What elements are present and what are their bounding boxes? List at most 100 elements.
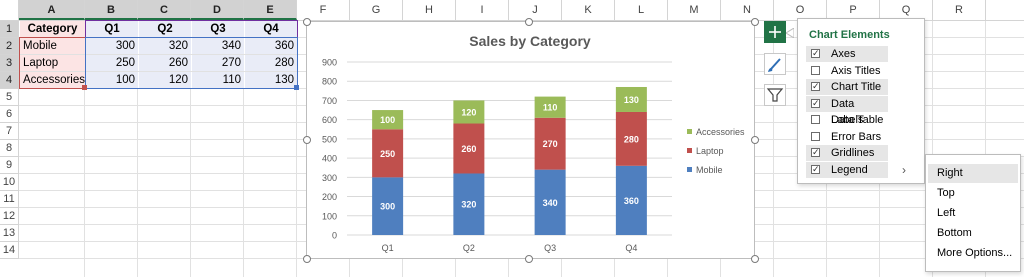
chart-resize-handle[interactable]	[525, 255, 533, 263]
checkbox[interactable]: ✓	[811, 81, 820, 91]
chart-styles-button[interactable]	[764, 53, 786, 75]
row-header-14[interactable]: 14	[0, 242, 19, 259]
row-header-11[interactable]: 11	[0, 191, 19, 208]
y-tick-label: 400	[322, 154, 337, 164]
chart-resize-handle[interactable]	[303, 18, 311, 26]
checkbox[interactable]	[811, 115, 820, 124]
chart-filters-button[interactable]	[764, 84, 786, 106]
checkbox[interactable]: ✓	[811, 164, 820, 174]
chart-element-legend[interactable]: ✓ Legend	[806, 161, 888, 178]
column-header-b[interactable]: B	[85, 0, 138, 20]
column-header-j[interactable]: J	[509, 0, 562, 20]
range-resize-handle[interactable]	[294, 85, 299, 90]
chart-resize-handle[interactable]	[525, 18, 533, 26]
x-axis[interactable]: Q1 Q2 Q3 Q4	[382, 243, 638, 253]
select-all-corner[interactable]	[0, 0, 19, 20]
chart-element-gridlines[interactable]: ✓ Gridlines	[806, 145, 888, 161]
column-header-l[interactable]: L	[615, 0, 668, 20]
chart-resize-handle[interactable]	[751, 255, 759, 263]
legend-entry[interactable]: Accessories	[696, 127, 745, 137]
table-header-cell[interactable]: Category	[20, 21, 85, 37]
checkbox[interactable]: ✓	[811, 48, 820, 58]
chart-element-label: Gridlines	[831, 147, 875, 159]
data-label[interactable]: 260	[461, 144, 476, 154]
data-label[interactable]: 270	[543, 139, 558, 149]
chart-svg: Sales by Category 0 100 200 300 400 500 600 700…	[322, 33, 745, 253]
legend-option-top[interactable]: Top	[928, 184, 1018, 203]
y-tick-label: 800	[322, 77, 337, 87]
row-header-2[interactable]: 2	[0, 38, 19, 55]
column-header-g[interactable]: G	[350, 0, 403, 20]
data-label[interactable]: 110	[543, 103, 558, 113]
row-header-9[interactable]: 9	[0, 157, 19, 174]
checkbox[interactable]	[811, 131, 820, 141]
data-label[interactable]: 340	[543, 198, 558, 208]
chart-legend[interactable]: Accessories Laptop Mobile	[687, 127, 745, 175]
chart-area[interactable]: Sales by Category 0 100 200 300 400 500 600 700…	[306, 21, 755, 259]
checkbox[interactable]: ✓	[811, 147, 820, 157]
pointer-triangle	[786, 28, 794, 38]
row-header-10[interactable]: 10	[0, 174, 19, 191]
chart-title[interactable]: Sales by Category	[469, 33, 591, 49]
chart-element-error-bars[interactable]: Error Bars	[806, 129, 888, 145]
y-axis[interactable]: 0 100 200 300 400 500 600 700 800 900	[322, 58, 337, 241]
column-header-n[interactable]: N	[721, 0, 774, 20]
column-header-f[interactable]: F	[297, 0, 350, 20]
chart-element-chart-title[interactable]: ✓ Chart Title	[806, 79, 888, 95]
chart-resize-handle[interactable]	[751, 136, 759, 144]
legend-option-right[interactable]: Right	[928, 164, 1018, 183]
legend-submenu-arrow-icon[interactable]: ›	[902, 163, 906, 177]
data-label[interactable]: 360	[624, 196, 639, 206]
chart-resize-handle[interactable]	[303, 136, 311, 144]
range-resize-handle[interactable]	[82, 85, 87, 90]
column-header-q[interactable]: Q	[880, 0, 933, 20]
row-header-7[interactable]: 7	[0, 123, 19, 140]
legend-entry[interactable]: Laptop	[696, 146, 724, 156]
row-header-3[interactable]: 3	[0, 55, 19, 72]
column-header-h[interactable]: H	[403, 0, 456, 20]
row-header-8[interactable]: 8	[0, 140, 19, 157]
column-header-p[interactable]: P	[827, 0, 880, 20]
chart-element-data-table[interactable]: Data Table	[806, 112, 888, 128]
data-label[interactable]: 300	[380, 202, 395, 212]
row-header-12[interactable]: 12	[0, 208, 19, 225]
chart-resize-handle[interactable]	[303, 255, 311, 263]
data-label[interactable]: 100	[380, 115, 395, 125]
chart-elements-button[interactable]	[764, 21, 786, 43]
legend-option-more-options[interactable]: More Options...	[928, 244, 1018, 263]
y-tick-label: 900	[322, 58, 337, 68]
chart-elements-panel: Chart Elements ✓ Axes Axis Titles ✓ Chart Ti…	[797, 18, 925, 184]
chart-resize-handle[interactable]	[751, 18, 759, 26]
column-header-d[interactable]: D	[191, 0, 244, 20]
data-label[interactable]: 250	[380, 149, 395, 159]
chart-element-axes[interactable]: ✓ Axes	[806, 46, 888, 62]
chart-element-axis-titles[interactable]: Axis Titles	[806, 63, 888, 79]
column-header-k[interactable]: K	[562, 0, 615, 20]
column-header-o[interactable]: O	[774, 0, 827, 20]
column-header-a[interactable]: A	[19, 0, 85, 20]
legend-entry[interactable]: Mobile	[696, 165, 723, 175]
chart-element-data-labels[interactable]: ✓ Data Labels	[806, 95, 888, 126]
checkbox[interactable]: ✓	[811, 97, 820, 108]
column-header-e[interactable]: E	[244, 0, 297, 20]
checkbox[interactable]	[811, 65, 820, 75]
column-header-r[interactable]: R	[933, 0, 986, 20]
column-header-c[interactable]: C	[138, 0, 191, 20]
legend-submenu: Right Top Left Bottom More Options...	[925, 154, 1021, 272]
row-header-4[interactable]: 4	[0, 72, 19, 89]
row-header-13[interactable]: 13	[0, 225, 19, 242]
row-header-5[interactable]: 5	[0, 89, 19, 106]
data-label[interactable]: 320	[461, 200, 476, 210]
row-header-1[interactable]: 1	[0, 21, 19, 38]
column-header-m[interactable]: M	[668, 0, 721, 20]
data-label[interactable]: 120	[461, 107, 476, 117]
data-label[interactable]: 280	[624, 134, 639, 144]
data-label[interactable]: 130	[624, 95, 639, 105]
column-header-i[interactable]: I	[456, 0, 509, 20]
legend-option-left[interactable]: Left	[928, 204, 1018, 223]
legend-option-bottom[interactable]: Bottom	[928, 224, 1018, 243]
chart-element-label: Axis Titles	[831, 64, 881, 77]
y-tick-label: 600	[322, 115, 337, 125]
row-header-6[interactable]: 6	[0, 106, 19, 123]
checkmark-icon: ✓	[812, 97, 820, 108]
